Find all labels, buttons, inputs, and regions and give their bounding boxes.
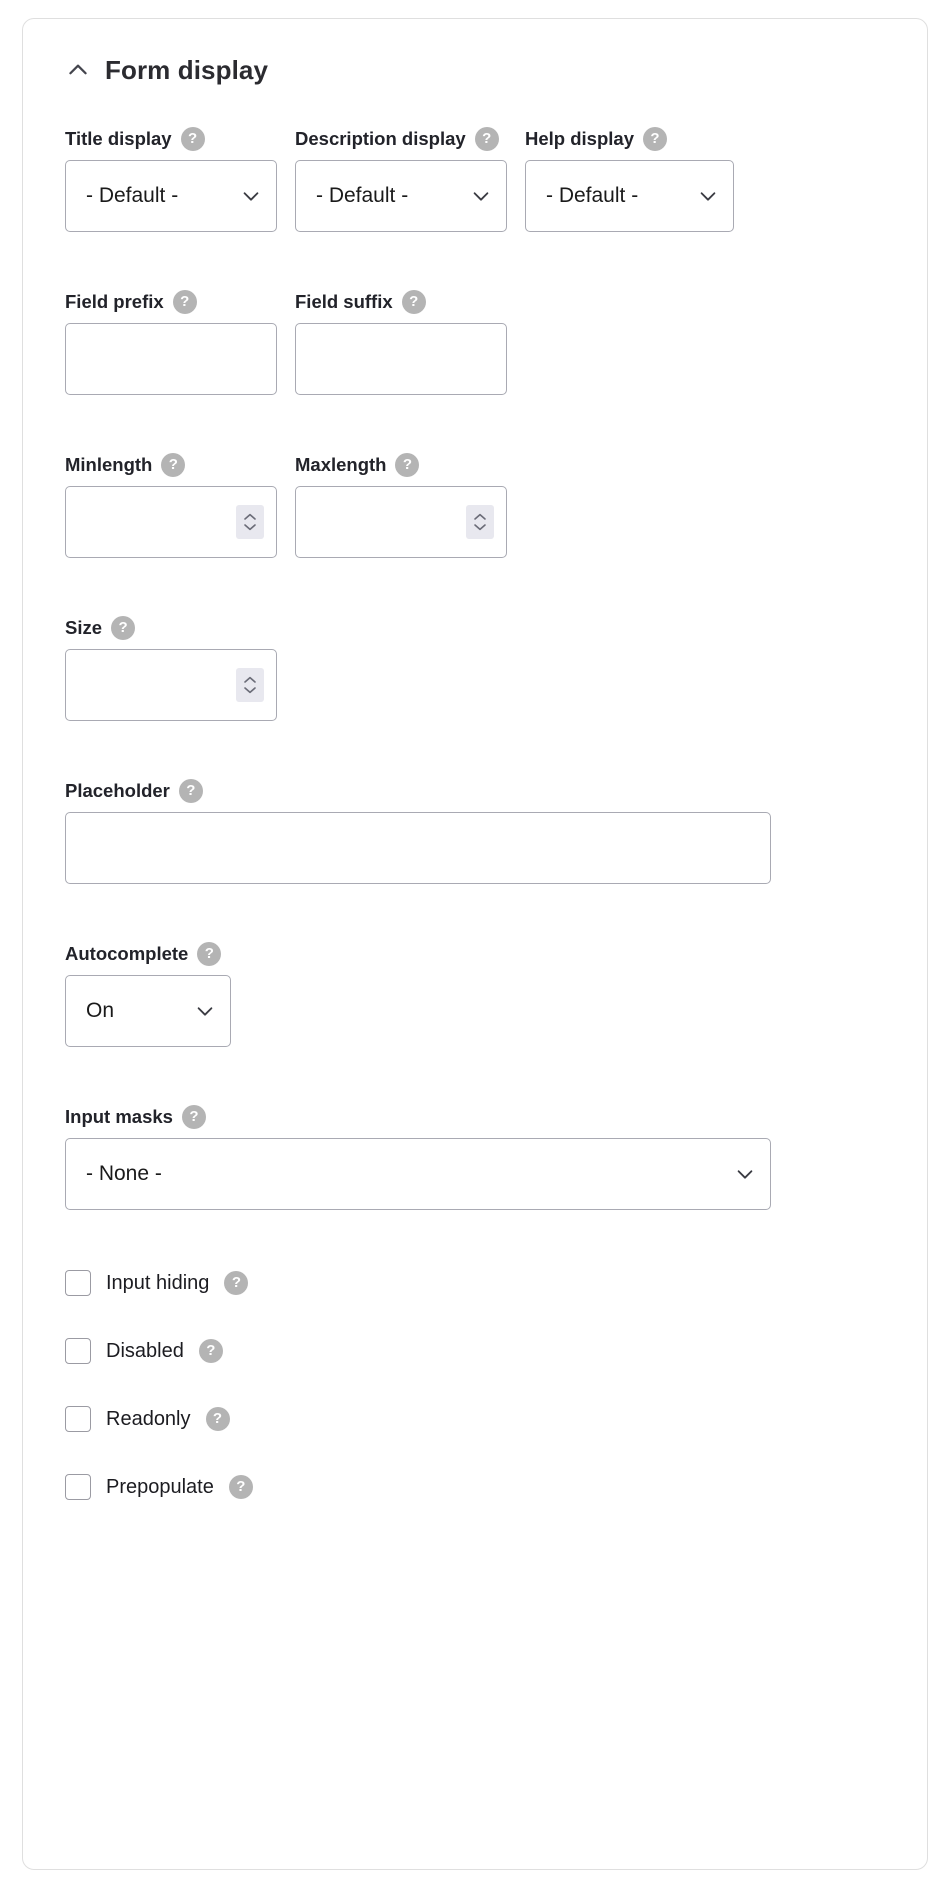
- chevron-down-icon: [697, 185, 719, 207]
- minlength-field: Minlength ?: [65, 453, 277, 558]
- size-label: Size: [65, 616, 103, 638]
- input-masks-value: - None -: [86, 1162, 162, 1185]
- chevron-down-icon: [194, 1000, 216, 1022]
- input-masks-label-group: Input masks ?: [65, 1105, 771, 1129]
- minlength-label-group: Minlength ?: [65, 453, 277, 477]
- title-display-label-group: Title display ?: [65, 127, 277, 151]
- page-title: Form display: [105, 55, 269, 85]
- autocomplete-label-group: Autocomplete ?: [65, 942, 231, 966]
- checkbox-row-readonly[interactable]: Readonly ?: [65, 1406, 885, 1432]
- title-display-value: - Default -: [86, 184, 179, 207]
- chevron-down-icon: [734, 1163, 756, 1185]
- autocomplete-select[interactable]: On: [65, 975, 231, 1047]
- autocomplete-row: Autocomplete ? On: [65, 942, 885, 1047]
- help-icon[interactable]: ?: [180, 127, 205, 151]
- chevron-up-icon[interactable]: [65, 57, 91, 83]
- help-display-field: Help display ? - Default -: [525, 127, 734, 232]
- input-masks-label: Input masks: [65, 1105, 173, 1127]
- input-hiding-checkbox[interactable]: [65, 1270, 91, 1296]
- description-display-field: Description display ? - Default -: [295, 127, 507, 232]
- size-input[interactable]: [65, 649, 277, 721]
- disabled-label: Disabled: [106, 1340, 184, 1362]
- placeholder-field: Placeholder ?: [65, 779, 771, 884]
- help-icon[interactable]: ?: [474, 127, 499, 151]
- length-row: Minlength ? Maxlength ?: [65, 453, 885, 558]
- field-suffix-field: Field suffix ?: [295, 290, 507, 395]
- placeholder-row: Placeholder ?: [65, 779, 885, 884]
- input-masks-select[interactable]: - None -: [65, 1138, 771, 1210]
- field-prefix-field: Field prefix ?: [65, 290, 277, 395]
- autocomplete-label: Autocomplete: [65, 942, 189, 964]
- field-prefix-label-group: Field prefix ?: [65, 290, 277, 314]
- placeholder-input[interactable]: [65, 812, 771, 884]
- help-icon[interactable]: ?: [172, 290, 197, 314]
- autocomplete-field: Autocomplete ? On: [65, 942, 231, 1047]
- autocomplete-value: On: [86, 999, 115, 1022]
- help-icon[interactable]: ?: [161, 453, 186, 477]
- chevron-down-icon: [240, 185, 262, 207]
- description-display-label-group: Description display ?: [295, 127, 507, 151]
- help-icon[interactable]: ?: [198, 1339, 223, 1363]
- chevron-down-icon: [470, 185, 492, 207]
- input-hiding-label: Input hiding: [106, 1272, 210, 1294]
- description-display-select[interactable]: - Default -: [295, 160, 507, 232]
- field-prefix-input[interactable]: [65, 323, 277, 395]
- readonly-label: Readonly: [106, 1408, 191, 1430]
- help-display-label: Help display: [525, 127, 634, 149]
- field-suffix-label: Field suffix: [295, 290, 393, 312]
- help-icon[interactable]: ?: [401, 290, 426, 314]
- description-display-label: Description display: [295, 127, 466, 149]
- number-stepper[interactable]: [236, 668, 264, 702]
- panel-header[interactable]: Form display: [65, 57, 885, 83]
- help-icon[interactable]: ?: [642, 127, 667, 151]
- size-field: Size ?: [65, 616, 277, 721]
- number-stepper[interactable]: [236, 505, 264, 539]
- maxlength-input[interactable]: [295, 486, 507, 558]
- input-masks-field: Input masks ? - None -: [65, 1105, 771, 1210]
- input-masks-row: Input masks ? - None -: [65, 1105, 885, 1210]
- checkbox-row-prepopulate[interactable]: Prepopulate ?: [65, 1474, 885, 1500]
- title-display-label: Title display: [65, 127, 172, 149]
- checkbox-row-disabled[interactable]: Disabled ?: [65, 1338, 885, 1364]
- maxlength-label: Maxlength: [295, 453, 387, 475]
- prepopulate-checkbox[interactable]: [65, 1474, 91, 1500]
- maxlength-label-group: Maxlength ?: [295, 453, 507, 477]
- help-icon[interactable]: ?: [205, 1407, 230, 1431]
- help-display-value: - Default -: [546, 184, 639, 207]
- field-suffix-input[interactable]: [295, 323, 507, 395]
- size-label-group: Size ?: [65, 616, 277, 640]
- number-stepper[interactable]: [466, 505, 494, 539]
- checkbox-row-input-hiding[interactable]: Input hiding ?: [65, 1270, 885, 1296]
- title-display-select[interactable]: - Default -: [65, 160, 277, 232]
- description-display-value: - Default -: [316, 184, 409, 207]
- display-options-row: Title display ? - Default - Description …: [65, 127, 885, 232]
- affix-row: Field prefix ? Field suffix ?: [65, 290, 885, 395]
- help-icon[interactable]: ?: [224, 1271, 249, 1295]
- field-prefix-label: Field prefix: [65, 290, 164, 312]
- disabled-checkbox[interactable]: [65, 1338, 91, 1364]
- readonly-checkbox[interactable]: [65, 1406, 91, 1432]
- help-icon[interactable]: ?: [181, 1105, 206, 1129]
- placeholder-label-group: Placeholder ?: [65, 779, 771, 803]
- size-row: Size ?: [65, 616, 885, 721]
- help-icon[interactable]: ?: [178, 779, 203, 803]
- prepopulate-label: Prepopulate: [106, 1476, 214, 1498]
- help-icon[interactable]: ?: [228, 1475, 253, 1499]
- help-icon[interactable]: ?: [197, 942, 222, 966]
- form-display-panel: Form display Title display ? - Default -…: [22, 18, 928, 1870]
- title-display-field: Title display ? - Default -: [65, 127, 277, 232]
- help-icon[interactable]: ?: [111, 616, 136, 640]
- field-suffix-label-group: Field suffix ?: [295, 290, 507, 314]
- help-display-select[interactable]: - Default -: [525, 160, 734, 232]
- placeholder-label: Placeholder: [65, 779, 170, 801]
- minlength-label: Minlength: [65, 453, 153, 475]
- help-icon[interactable]: ?: [395, 453, 420, 477]
- minlength-input[interactable]: [65, 486, 277, 558]
- help-display-label-group: Help display ?: [525, 127, 734, 151]
- maxlength-field: Maxlength ?: [295, 453, 507, 558]
